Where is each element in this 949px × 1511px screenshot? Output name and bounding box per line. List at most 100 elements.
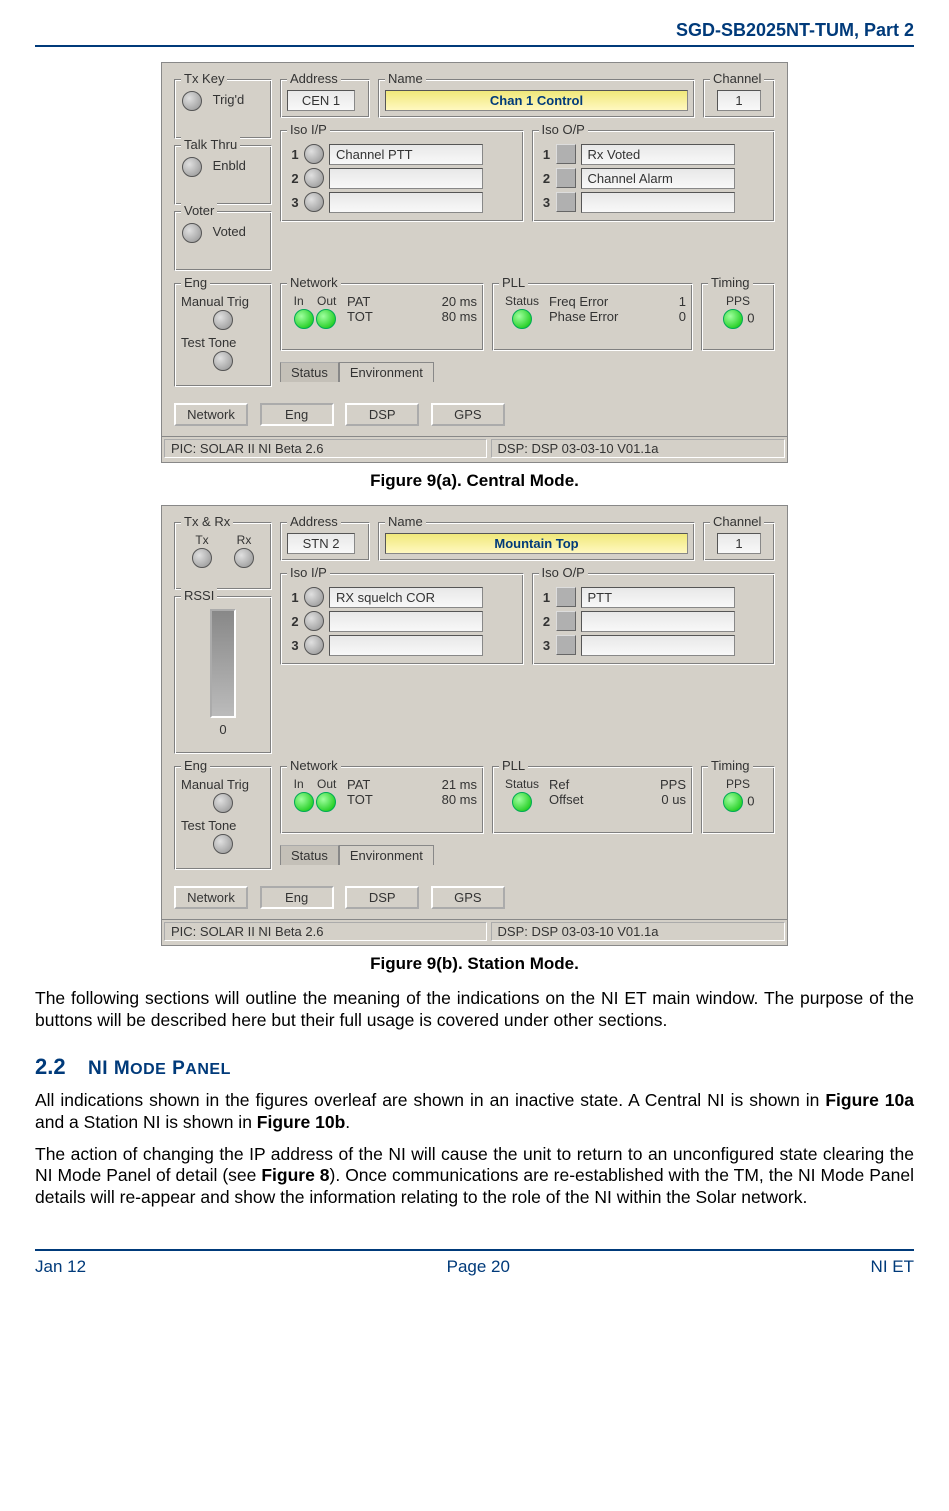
btn-gps[interactable]: GPS — [431, 403, 505, 426]
txkey-label: Trig'd — [213, 92, 245, 107]
channel-value: 1 — [717, 90, 761, 111]
eng-title-b: Eng — [181, 758, 210, 773]
eng-mt-led-b[interactable] — [213, 793, 233, 813]
pll-status-lbl: Status — [499, 294, 545, 308]
eng-test-tone: Test Tone — [181, 335, 265, 350]
isoip-b-num3: 3 — [287, 638, 303, 653]
net-pat-val-b: 21 ms — [442, 777, 477, 792]
isoip-b-num2: 2 — [287, 614, 303, 629]
isoip-led2 — [304, 168, 324, 188]
net-tot-lbl: TOT — [347, 309, 373, 324]
net-in-lbl: In — [294, 294, 304, 308]
pll-title-b: PLL — [499, 758, 528, 773]
pll-l2: Phase Error — [549, 309, 618, 324]
net-pat-lbl: PAT — [347, 294, 370, 309]
isoop-num2: 2 — [539, 171, 555, 186]
pll-l1-b: Ref — [549, 777, 569, 792]
isoip-b-val1: RX squelch COR — [329, 587, 483, 608]
isoop-val2: Channel Alarm — [581, 168, 735, 189]
isoop-num3: 3 — [539, 195, 555, 210]
statusbar-dsp-b: DSP: DSP 03-03-10 V01.1a — [491, 922, 785, 941]
eng-tt-b: Test Tone — [181, 818, 265, 833]
address-title: Address — [287, 71, 341, 86]
pll-v2-b: 0 us — [661, 792, 686, 807]
rx-led — [234, 548, 254, 568]
pll-status-lbl-b: Status — [499, 777, 545, 791]
btn-dsp-b[interactable]: DSP — [345, 886, 419, 909]
footer-right: NI ET — [871, 1257, 914, 1277]
isoop-b-val3 — [581, 635, 735, 656]
name-title-b: Name — [385, 514, 426, 529]
address-title-b: Address — [287, 514, 341, 529]
txrx-title: Tx & Rx — [181, 514, 233, 529]
isoip-num2: 2 — [287, 171, 303, 186]
eng-mt-b: Manual Trig — [181, 777, 265, 792]
paragraph-2: All indications shown in the figures ove… — [35, 1090, 914, 1134]
tab-environment[interactable]: Environment — [339, 362, 434, 382]
btn-eng-b[interactable]: Eng — [260, 886, 334, 909]
isoop-led3 — [556, 192, 576, 212]
tab-environment-b[interactable]: Environment — [339, 845, 434, 865]
timing-val: 0 — [747, 310, 754, 325]
net-in-led — [294, 309, 314, 329]
voter-label: Voted — [213, 224, 246, 239]
voter-led — [182, 223, 202, 243]
section-title: NI MODE PANEL — [88, 1058, 231, 1079]
tab-status[interactable]: Status — [280, 362, 339, 382]
isoip-val3 — [329, 192, 483, 213]
btn-dsp[interactable]: DSP — [345, 403, 419, 426]
name-title: Name — [385, 71, 426, 86]
isoop-b-num3: 3 — [539, 638, 555, 653]
figure-a-window: Tx Key Trig'd Talk Thru Enbld Voter Vote… — [161, 62, 788, 463]
isoip-title-b: Iso I/P — [287, 565, 330, 580]
isoop-b-led2 — [556, 611, 576, 631]
isoop-b-led1 — [556, 587, 576, 607]
isoop-title-b: Iso O/P — [539, 565, 588, 580]
channel-title: Channel — [710, 71, 764, 86]
isoop-led1 — [556, 144, 576, 164]
eng-tt-led-b[interactable] — [213, 834, 233, 854]
net-out-led — [316, 309, 336, 329]
isoop-b-val1: PTT — [581, 587, 735, 608]
pll-led — [512, 309, 532, 329]
eng-tt-led[interactable] — [213, 351, 233, 371]
voter-title: Voter — [181, 203, 217, 218]
doc-footer: Jan 12 Page 20 NI ET — [35, 1249, 914, 1277]
doc-header: SGD-SB2025NT-TUM, Part 2 — [35, 20, 914, 47]
net-tot-val-b: 80 ms — [442, 792, 477, 807]
timing-pps-lbl: PPS — [708, 294, 768, 308]
btn-gps-b[interactable]: GPS — [431, 886, 505, 909]
net-pat-lbl-b: PAT — [347, 777, 370, 792]
channel-title-b: Channel — [710, 514, 764, 529]
eng-mt-led[interactable] — [213, 310, 233, 330]
txkey-led — [182, 91, 202, 111]
section-num: 2.2 — [35, 1054, 66, 1079]
isoip-val1: Channel PTT — [329, 144, 483, 165]
pll-l2-b: Offset — [549, 792, 583, 807]
statusbar-pic-b: PIC: SOLAR II NI Beta 2.6 — [164, 922, 487, 941]
pll-l1: Freq Error — [549, 294, 608, 309]
eng-title: Eng — [181, 275, 210, 290]
isoop-title: Iso O/P — [539, 122, 588, 137]
pll-v1-b: PPS — [660, 777, 686, 792]
isoop-b-num2: 2 — [539, 614, 555, 629]
isoip-led1 — [304, 144, 324, 164]
figure-b-window: Tx & Rx Tx Rx RSSI 0 — [161, 505, 788, 946]
address-value-b: STN 2 — [287, 533, 355, 554]
statusbar-dsp: DSP: DSP 03-03-10 V01.1a — [491, 439, 785, 458]
isoip-b-num1: 1 — [287, 590, 303, 605]
btn-network[interactable]: Network — [174, 403, 248, 426]
net-out-led-b — [316, 792, 336, 812]
paragraph-3: The action of changing the IP address of… — [35, 1144, 914, 1210]
net-out-lbl: Out — [317, 294, 336, 308]
btn-network-b[interactable]: Network — [174, 886, 248, 909]
tab-status-b[interactable]: Status — [280, 845, 339, 865]
btn-eng[interactable]: Eng — [260, 403, 334, 426]
tx-lbl: Tx — [191, 533, 213, 547]
eng-manual-trig: Manual Trig — [181, 294, 265, 309]
isoop-val1: Rx Voted — [581, 144, 735, 165]
figure-b-caption: Figure 9(b). Station Mode. — [35, 954, 914, 974]
isoip-b-led3 — [304, 635, 324, 655]
isoip-b-val2 — [329, 611, 483, 632]
pll-led-b — [512, 792, 532, 812]
